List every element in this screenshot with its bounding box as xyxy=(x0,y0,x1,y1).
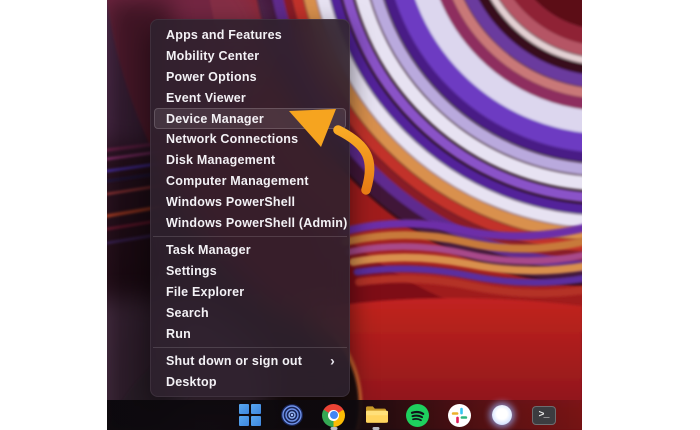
slack-icon xyxy=(448,404,471,427)
menu-separator xyxy=(153,347,347,348)
menu-item-label: Run xyxy=(166,327,191,341)
menu-item-task-manager[interactable]: Task Manager xyxy=(154,240,346,261)
menu-item-label: Disk Management xyxy=(166,153,275,167)
terminal-button[interactable]: >_ xyxy=(531,403,556,428)
signal-button[interactable] xyxy=(489,403,514,428)
menu-item-settings[interactable]: Settings xyxy=(154,261,346,282)
slack-button[interactable] xyxy=(447,403,472,428)
menu-item-shut-down-or-sign-out[interactable]: Shut down or sign out › xyxy=(154,351,346,372)
winx-context-menu: Apps and Features Mobility Center Power Op… xyxy=(150,19,350,397)
taskbar: >_ xyxy=(107,400,582,430)
broadcast-icon xyxy=(280,403,304,427)
menu-item-label: Settings xyxy=(166,264,217,278)
chrome-button[interactable] xyxy=(321,403,346,428)
menu-item-label: Desktop xyxy=(166,375,217,389)
menu-item-label: Network Connections xyxy=(166,132,298,146)
file-explorer-button[interactable] xyxy=(363,403,388,428)
terminal-icon: >_ xyxy=(532,406,556,425)
menu-item-power-options[interactable]: Power Options xyxy=(154,67,346,88)
menu-item-network-connections[interactable]: Network Connections xyxy=(154,129,346,150)
menu-item-label: Windows PowerShell xyxy=(166,195,295,209)
menu-item-apps-and-features[interactable]: Apps and Features xyxy=(154,25,346,46)
menu-item-disk-management[interactable]: Disk Management xyxy=(154,150,346,171)
menu-separator xyxy=(153,236,347,237)
chrome-icon xyxy=(322,404,345,427)
taskbar-icons: >_ xyxy=(237,400,556,430)
chevron-right-icon: › xyxy=(330,353,335,369)
menu-item-label: Shut down or sign out xyxy=(166,354,302,368)
menu-item-desktop[interactable]: Desktop xyxy=(154,372,346,393)
menu-item-search[interactable]: Search xyxy=(154,302,346,323)
menu-item-label: Mobility Center xyxy=(166,49,259,63)
menu-item-label: Power Options xyxy=(166,70,257,84)
menu-item-label: Computer Management xyxy=(166,174,309,188)
menu-item-mobility-center[interactable]: Mobility Center xyxy=(154,46,346,67)
broadcast-app-button[interactable] xyxy=(279,403,304,428)
menu-item-label: Device Manager xyxy=(166,112,264,126)
menu-item-event-viewer[interactable]: Event Viewer xyxy=(154,87,346,108)
windows-logo-icon xyxy=(239,404,261,426)
menu-item-label: Apps and Features xyxy=(166,28,282,42)
menu-item-computer-management[interactable]: Computer Management xyxy=(154,171,346,192)
folder-icon xyxy=(364,404,388,426)
menu-item-windows-powershell-admin[interactable]: Windows PowerShell (Admin) xyxy=(154,212,346,233)
start-button[interactable] xyxy=(237,403,262,428)
signal-icon xyxy=(492,405,512,425)
menu-item-windows-powershell[interactable]: Windows PowerShell xyxy=(154,191,346,212)
menu-item-label: Task Manager xyxy=(166,243,251,257)
menu-item-file-explorer[interactable]: File Explorer xyxy=(154,282,346,303)
menu-item-label: Event Viewer xyxy=(166,91,246,105)
spotify-icon xyxy=(406,404,429,427)
menu-item-device-manager[interactable]: Device Manager xyxy=(154,108,346,129)
menu-item-label: Search xyxy=(166,306,209,320)
menu-item-run[interactable]: Run xyxy=(154,323,346,344)
menu-item-label: File Explorer xyxy=(166,285,244,299)
desktop-screenshot: Apps and Features Mobility Center Power Op… xyxy=(107,0,582,430)
menu-item-label: Windows PowerShell (Admin) xyxy=(166,216,347,230)
spotify-button[interactable] xyxy=(405,403,430,428)
